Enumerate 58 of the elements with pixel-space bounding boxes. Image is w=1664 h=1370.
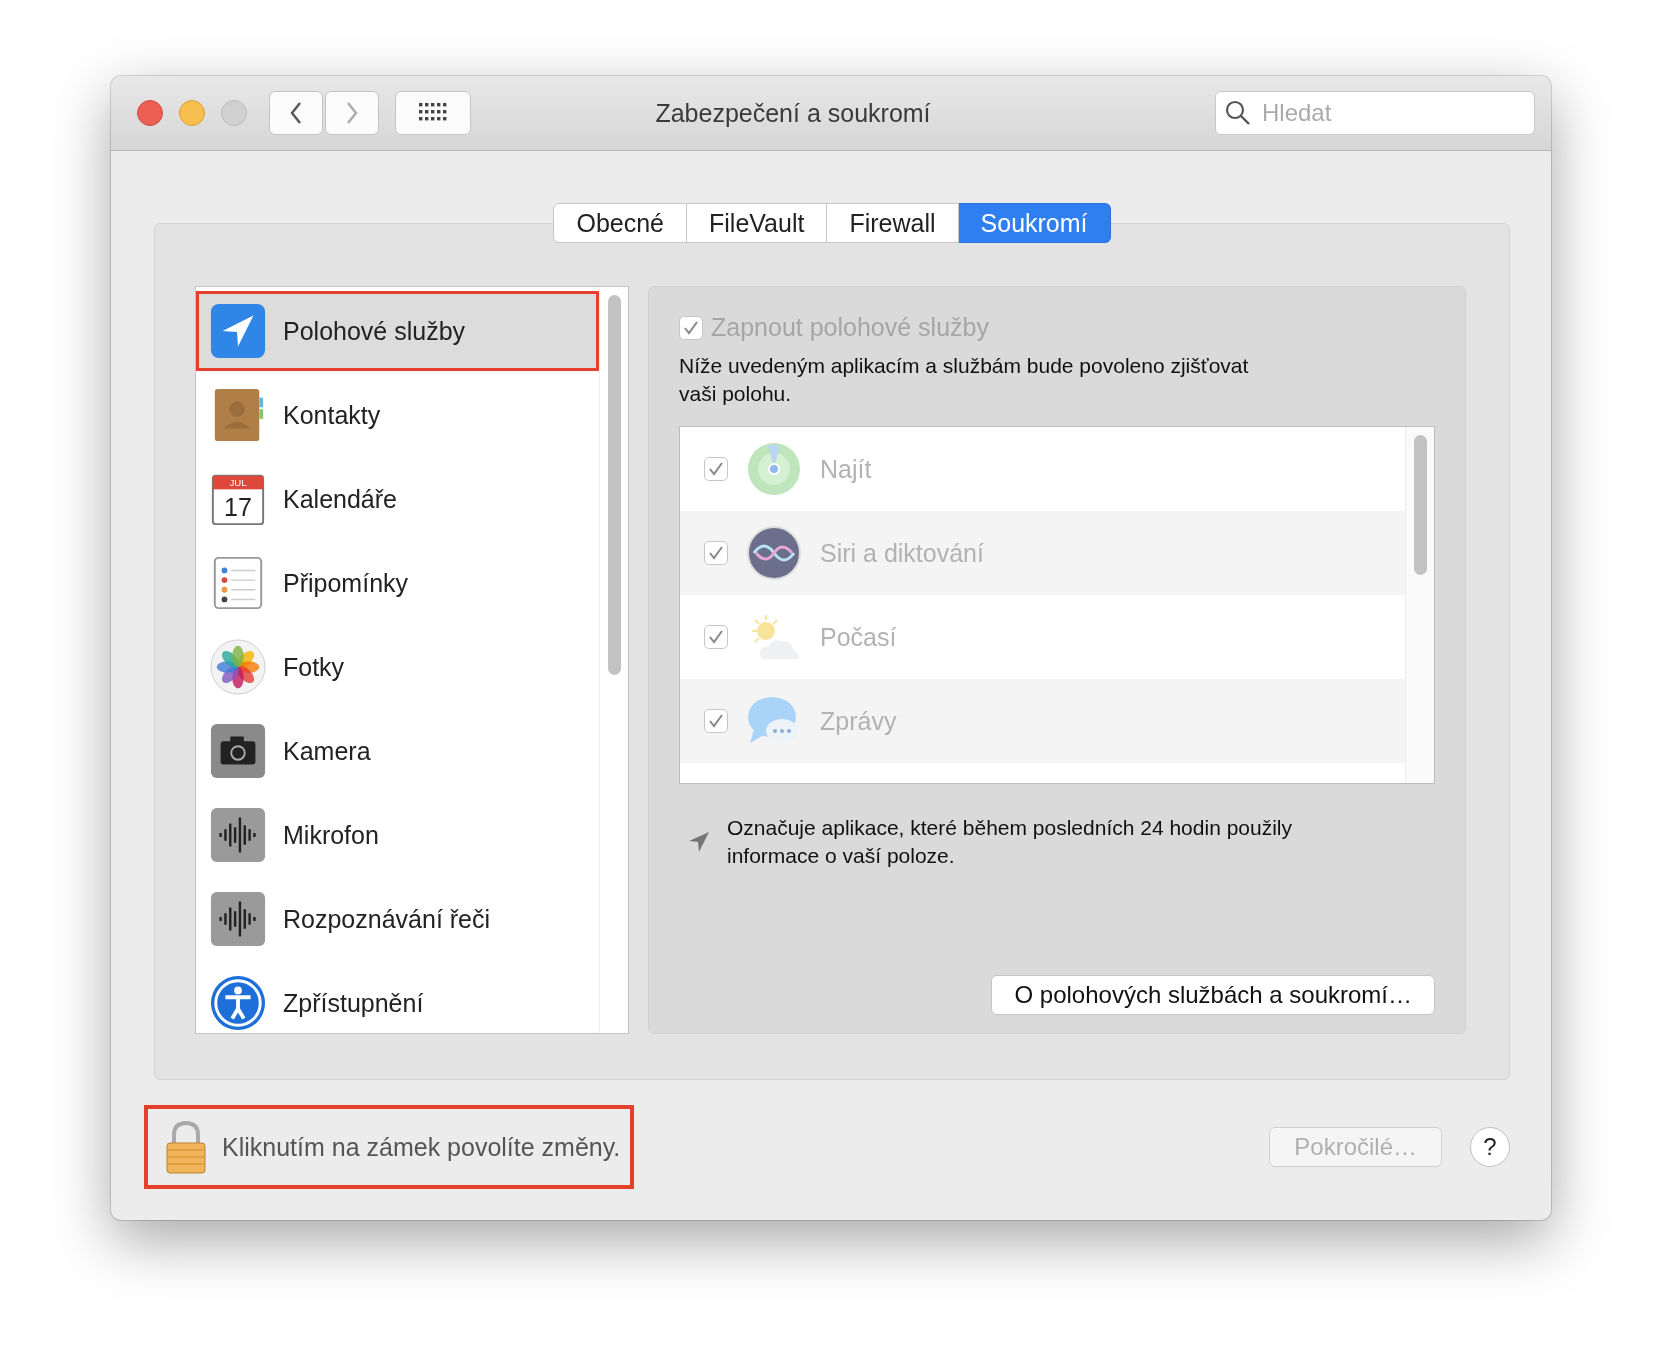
category-item[interactable]: JUL 17 Kalendáře xyxy=(196,459,599,539)
location-arrow-icon xyxy=(687,830,711,854)
chevron-right-icon xyxy=(345,101,359,125)
footnote-text: Označuje aplikace, které během posledních 24 hodin použily informace o vaší poloze. xyxy=(727,815,1294,869)
back-button[interactable] xyxy=(269,91,323,135)
tab[interactable]: Soukromí xyxy=(958,203,1111,243)
lock-hint: Kliknutím na zámek povolíte změny. xyxy=(222,1132,621,1162)
checkmark-icon xyxy=(707,460,725,478)
category-label: Zpřístupnění xyxy=(283,988,424,1018)
checkbox[interactable] xyxy=(704,709,728,733)
app-name: Počasí xyxy=(820,622,897,652)
checkmark-icon xyxy=(707,628,725,646)
chevron-left-icon xyxy=(289,101,303,125)
category-label: Kamera xyxy=(283,736,371,766)
app-name: Siri a diktování xyxy=(820,538,984,568)
scrollbar[interactable] xyxy=(1413,435,1427,575)
grid-icon xyxy=(419,103,447,123)
camera-icon xyxy=(209,722,267,780)
tab[interactable]: Firewall xyxy=(827,203,959,243)
forward-button[interactable] xyxy=(325,91,379,135)
search-field[interactable]: Hledat xyxy=(1215,91,1535,135)
category-label: Mikrofon xyxy=(283,820,379,850)
category-item[interactable]: Mikrofon xyxy=(196,795,599,875)
category-item[interactable]: Fotky xyxy=(196,627,599,707)
window-title: Zabezpečení a soukromí xyxy=(654,98,932,128)
category-item[interactable]: Kontakty xyxy=(196,375,599,455)
help-button[interactable]: ? xyxy=(1470,1127,1510,1167)
tab[interactable]: FileVault xyxy=(687,203,828,243)
category-item[interactable]: Kamera xyxy=(196,711,599,791)
category-item[interactable]: Připomínky xyxy=(196,543,599,623)
tab[interactable]: Obecné xyxy=(553,203,687,243)
category-label: Kontakty xyxy=(283,400,381,430)
category-label: Rozpoznávání řeči xyxy=(283,904,491,934)
checkbox[interactable] xyxy=(704,625,728,649)
checkbox[interactable] xyxy=(704,541,728,565)
category-label: Fotky xyxy=(283,652,345,682)
app-name: Najít xyxy=(820,454,872,484)
category-label: Kalendáře xyxy=(283,484,397,514)
flower-icon xyxy=(209,638,267,696)
padlock-icon[interactable] xyxy=(164,1119,208,1175)
category-label: Připomínky xyxy=(283,568,409,598)
checkmark-icon xyxy=(707,712,725,730)
siri-orb-icon xyxy=(746,525,802,581)
description-text: Níže uvedeným aplikacím a službám bude povoleno zjišťovat vaši polohu. xyxy=(679,353,1250,407)
close-button[interactable] xyxy=(137,100,163,126)
category-label: Polohové služby xyxy=(283,316,466,346)
app-name: Zprávy xyxy=(820,706,897,736)
category-item[interactable]: Rozpoznávání řeči xyxy=(196,879,599,959)
waveform-icon xyxy=(209,806,267,864)
scrollbar[interactable] xyxy=(607,295,621,675)
checkbox[interactable] xyxy=(704,457,728,481)
category-item[interactable]: Polohové služby xyxy=(196,291,599,371)
waveform-icon xyxy=(209,890,267,948)
category-item[interactable]: Zpřístupnění xyxy=(196,963,599,1033)
checkmark-icon xyxy=(707,544,725,562)
radar-icon xyxy=(746,441,802,497)
about-button[interactable]: O polohových službách a soukromí… xyxy=(991,975,1435,1015)
show-all-button[interactable] xyxy=(395,91,471,135)
